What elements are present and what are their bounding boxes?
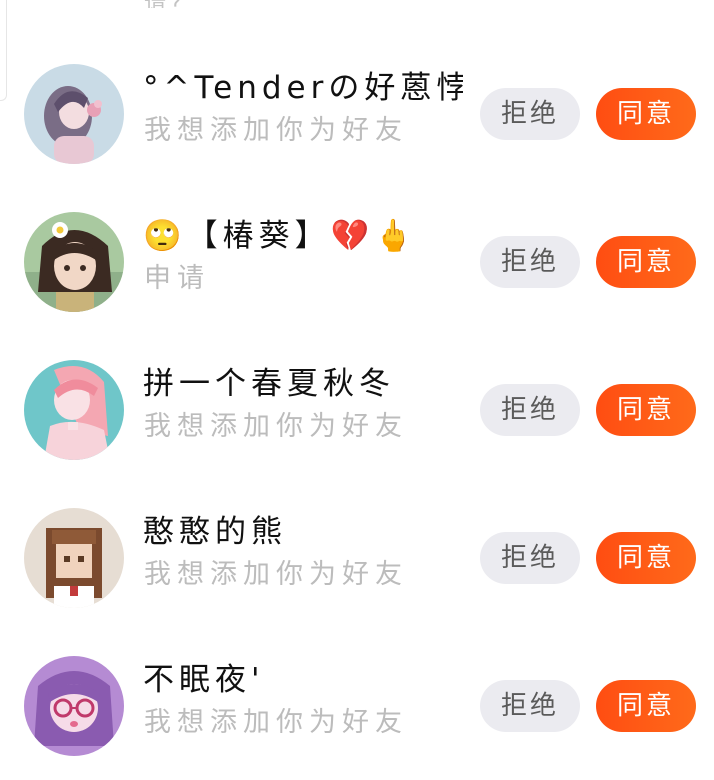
accept-button[interactable]: 同意	[596, 532, 696, 584]
accept-button[interactable]: 同意	[596, 88, 696, 140]
requester-name: 🙄【椿葵】💔🖕	[143, 218, 418, 254]
reject-button[interactable]: 拒绝	[480, 680, 580, 732]
pink-hair-girl-icon[interactable]	[24, 360, 124, 460]
accept-button[interactable]: 同意	[596, 680, 696, 732]
request-message: 申请	[144, 263, 210, 294]
requester-name: °^Tenderの好蒽悖°	[143, 70, 463, 106]
accept-button[interactable]: 同意	[596, 384, 696, 436]
friend-request-row: °^Tenderの好蒽悖° 我想添加你为好友 拒绝 同意	[0, 48, 714, 196]
accept-button[interactable]: 同意	[596, 236, 696, 288]
friend-request-row: 拼一个春夏秋冬 我想添加你为好友 拒绝 同意	[0, 344, 714, 492]
requester-name: 拼一个春夏秋冬	[143, 366, 395, 402]
reject-button[interactable]: 拒绝	[480, 532, 580, 584]
friend-request-row: 🙄【椿葵】💔🖕 申请 拒绝 同意	[0, 196, 714, 344]
reject-button[interactable]: 拒绝	[480, 88, 580, 140]
request-message: 我想添加你为好友	[144, 411, 408, 442]
purple-hair-girl-with-glasses-icon[interactable]	[24, 656, 124, 756]
requester-name: 不眠夜'	[143, 662, 265, 698]
reject-button[interactable]: 拒绝	[480, 384, 580, 436]
request-message: 我想添加你为好友	[144, 115, 408, 146]
pixel-art-girl-icon[interactable]	[24, 508, 124, 608]
reject-button[interactable]: 拒绝	[480, 236, 580, 288]
friend-request-row: 憨憨的熊 我想添加你为好友 拒绝 同意	[0, 492, 714, 640]
request-message: 我想添加你为好友	[144, 707, 408, 738]
friend-requests-page: 请? °^Tenderの好蒽悖° 我想添加你为好友 拒绝 同意	[0, 0, 714, 780]
friend-request-row: 不眠夜' 我想添加你为好友 拒绝 同意	[0, 640, 714, 780]
anime-girl-with-flower-icon[interactable]	[24, 64, 124, 164]
partial-previous-message: 请?	[144, 0, 186, 8]
request-message: 我想添加你为好友	[144, 559, 408, 590]
anime-girl-with-daisy-icon[interactable]	[24, 212, 124, 312]
requester-name: 憨憨的熊	[143, 514, 287, 550]
